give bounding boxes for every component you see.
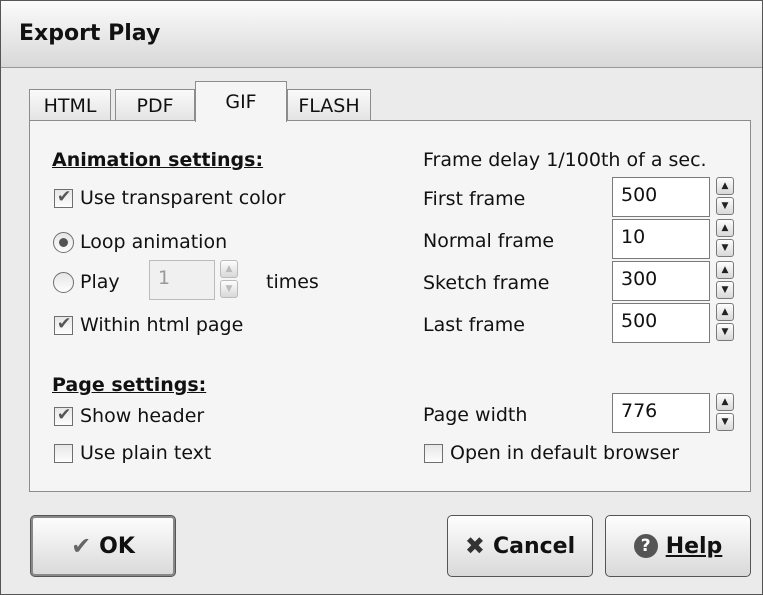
export-play-dialog: Export Play HTML PDF GIF FLASH Animation… bbox=[0, 0, 763, 595]
check-icon: ✔ bbox=[57, 405, 72, 425]
chevron-down-icon[interactable]: ▼ bbox=[220, 280, 238, 298]
loop-animation-radio[interactable] bbox=[53, 232, 74, 253]
normal-frame-label: Normal frame bbox=[423, 230, 555, 252]
page-width-stepper[interactable]: ▲ ▼ bbox=[716, 393, 734, 433]
times-label: times bbox=[266, 271, 319, 293]
chevron-up-icon[interactable]: ▲ bbox=[716, 303, 734, 321]
chevron-down-icon[interactable]: ▼ bbox=[716, 413, 734, 431]
chevron-up-icon[interactable]: ▲ bbox=[220, 260, 238, 278]
page-width-label: Page width bbox=[423, 404, 528, 426]
first-frame-input[interactable]: 500 bbox=[612, 177, 710, 217]
x-icon: ✖ bbox=[464, 532, 485, 560]
play-radio[interactable] bbox=[53, 272, 74, 293]
open-browser-checkbox[interactable] bbox=[424, 444, 443, 463]
show-header-checkbox[interactable]: ✔ bbox=[54, 405, 73, 426]
ok-label: OK bbox=[99, 533, 135, 559]
cancel-label: Cancel bbox=[492, 533, 576, 559]
transparent-color-label: Use transparent color bbox=[80, 187, 286, 209]
sketch-frame-label: Sketch frame bbox=[423, 272, 550, 294]
normal-frame-stepper[interactable]: ▲ ▼ bbox=[716, 219, 734, 259]
cancel-button[interactable]: ✖ Cancel bbox=[447, 515, 593, 577]
window-title: Export Play bbox=[19, 21, 161, 46]
plain-text-checkbox[interactable] bbox=[54, 444, 73, 463]
gif-settings-panel: Animation settings: ✔ Use transparent co… bbox=[29, 120, 751, 492]
ok-button[interactable]: ✔ OK bbox=[30, 515, 176, 577]
page-settings-heading: Page settings: bbox=[52, 374, 207, 396]
within-html-label: Within html page bbox=[80, 314, 244, 336]
within-html-checkbox[interactable]: ✔ bbox=[54, 314, 73, 335]
play-label: Play bbox=[80, 271, 120, 293]
checkmark-icon: ✔ bbox=[71, 532, 92, 560]
check-icon: ✔ bbox=[57, 314, 72, 334]
play-times-stepper[interactable]: ▲ ▼ bbox=[220, 260, 238, 300]
check-icon: ✔ bbox=[57, 187, 72, 207]
tab-gif[interactable]: GIF bbox=[195, 81, 287, 122]
plain-text-label: Use plain text bbox=[80, 442, 212, 464]
normal-frame-input[interactable]: 10 bbox=[612, 219, 710, 259]
question-circle-icon: ? bbox=[633, 534, 658, 558]
page-width-input[interactable]: 776 bbox=[612, 393, 710, 433]
open-browser-label: Open in default browser bbox=[450, 442, 680, 464]
animation-settings-heading: Animation settings: bbox=[52, 149, 264, 171]
help-label: Help bbox=[665, 533, 723, 559]
transparent-color-checkbox[interactable]: ✔ bbox=[54, 187, 73, 208]
radio-selected-dot bbox=[59, 238, 68, 247]
chevron-down-icon[interactable]: ▼ bbox=[716, 323, 734, 341]
play-times-input[interactable]: 1 bbox=[149, 260, 215, 300]
first-frame-stepper[interactable]: ▲ ▼ bbox=[716, 177, 734, 217]
frame-delay-heading: Frame delay 1/100th of a sec. bbox=[423, 149, 707, 171]
chevron-up-icon[interactable]: ▲ bbox=[716, 393, 734, 411]
chevron-up-icon[interactable]: ▲ bbox=[716, 261, 734, 279]
sketch-frame-stepper[interactable]: ▲ ▼ bbox=[716, 261, 734, 301]
tab-pdf[interactable]: PDF bbox=[115, 89, 195, 121]
chevron-down-icon[interactable]: ▼ bbox=[716, 281, 734, 299]
help-button[interactable]: ? Help bbox=[605, 515, 751, 577]
last-frame-stepper[interactable]: ▲ ▼ bbox=[716, 303, 734, 343]
title-bar[interactable]: Export Play bbox=[1, 1, 762, 68]
first-frame-label: First frame bbox=[423, 188, 526, 210]
last-frame-label: Last frame bbox=[423, 314, 525, 336]
last-frame-input[interactable]: 500 bbox=[612, 303, 710, 343]
chevron-up-icon[interactable]: ▲ bbox=[716, 219, 734, 237]
sketch-frame-input[interactable]: 300 bbox=[612, 261, 710, 301]
chevron-down-icon[interactable]: ▼ bbox=[716, 197, 734, 215]
tab-flash[interactable]: FLASH bbox=[287, 89, 371, 121]
chevron-down-icon[interactable]: ▼ bbox=[716, 239, 734, 257]
tab-html[interactable]: HTML bbox=[29, 89, 111, 121]
chevron-up-icon[interactable]: ▲ bbox=[716, 177, 734, 195]
loop-animation-label: Loop animation bbox=[80, 231, 228, 253]
show-header-label: Show header bbox=[80, 405, 205, 427]
